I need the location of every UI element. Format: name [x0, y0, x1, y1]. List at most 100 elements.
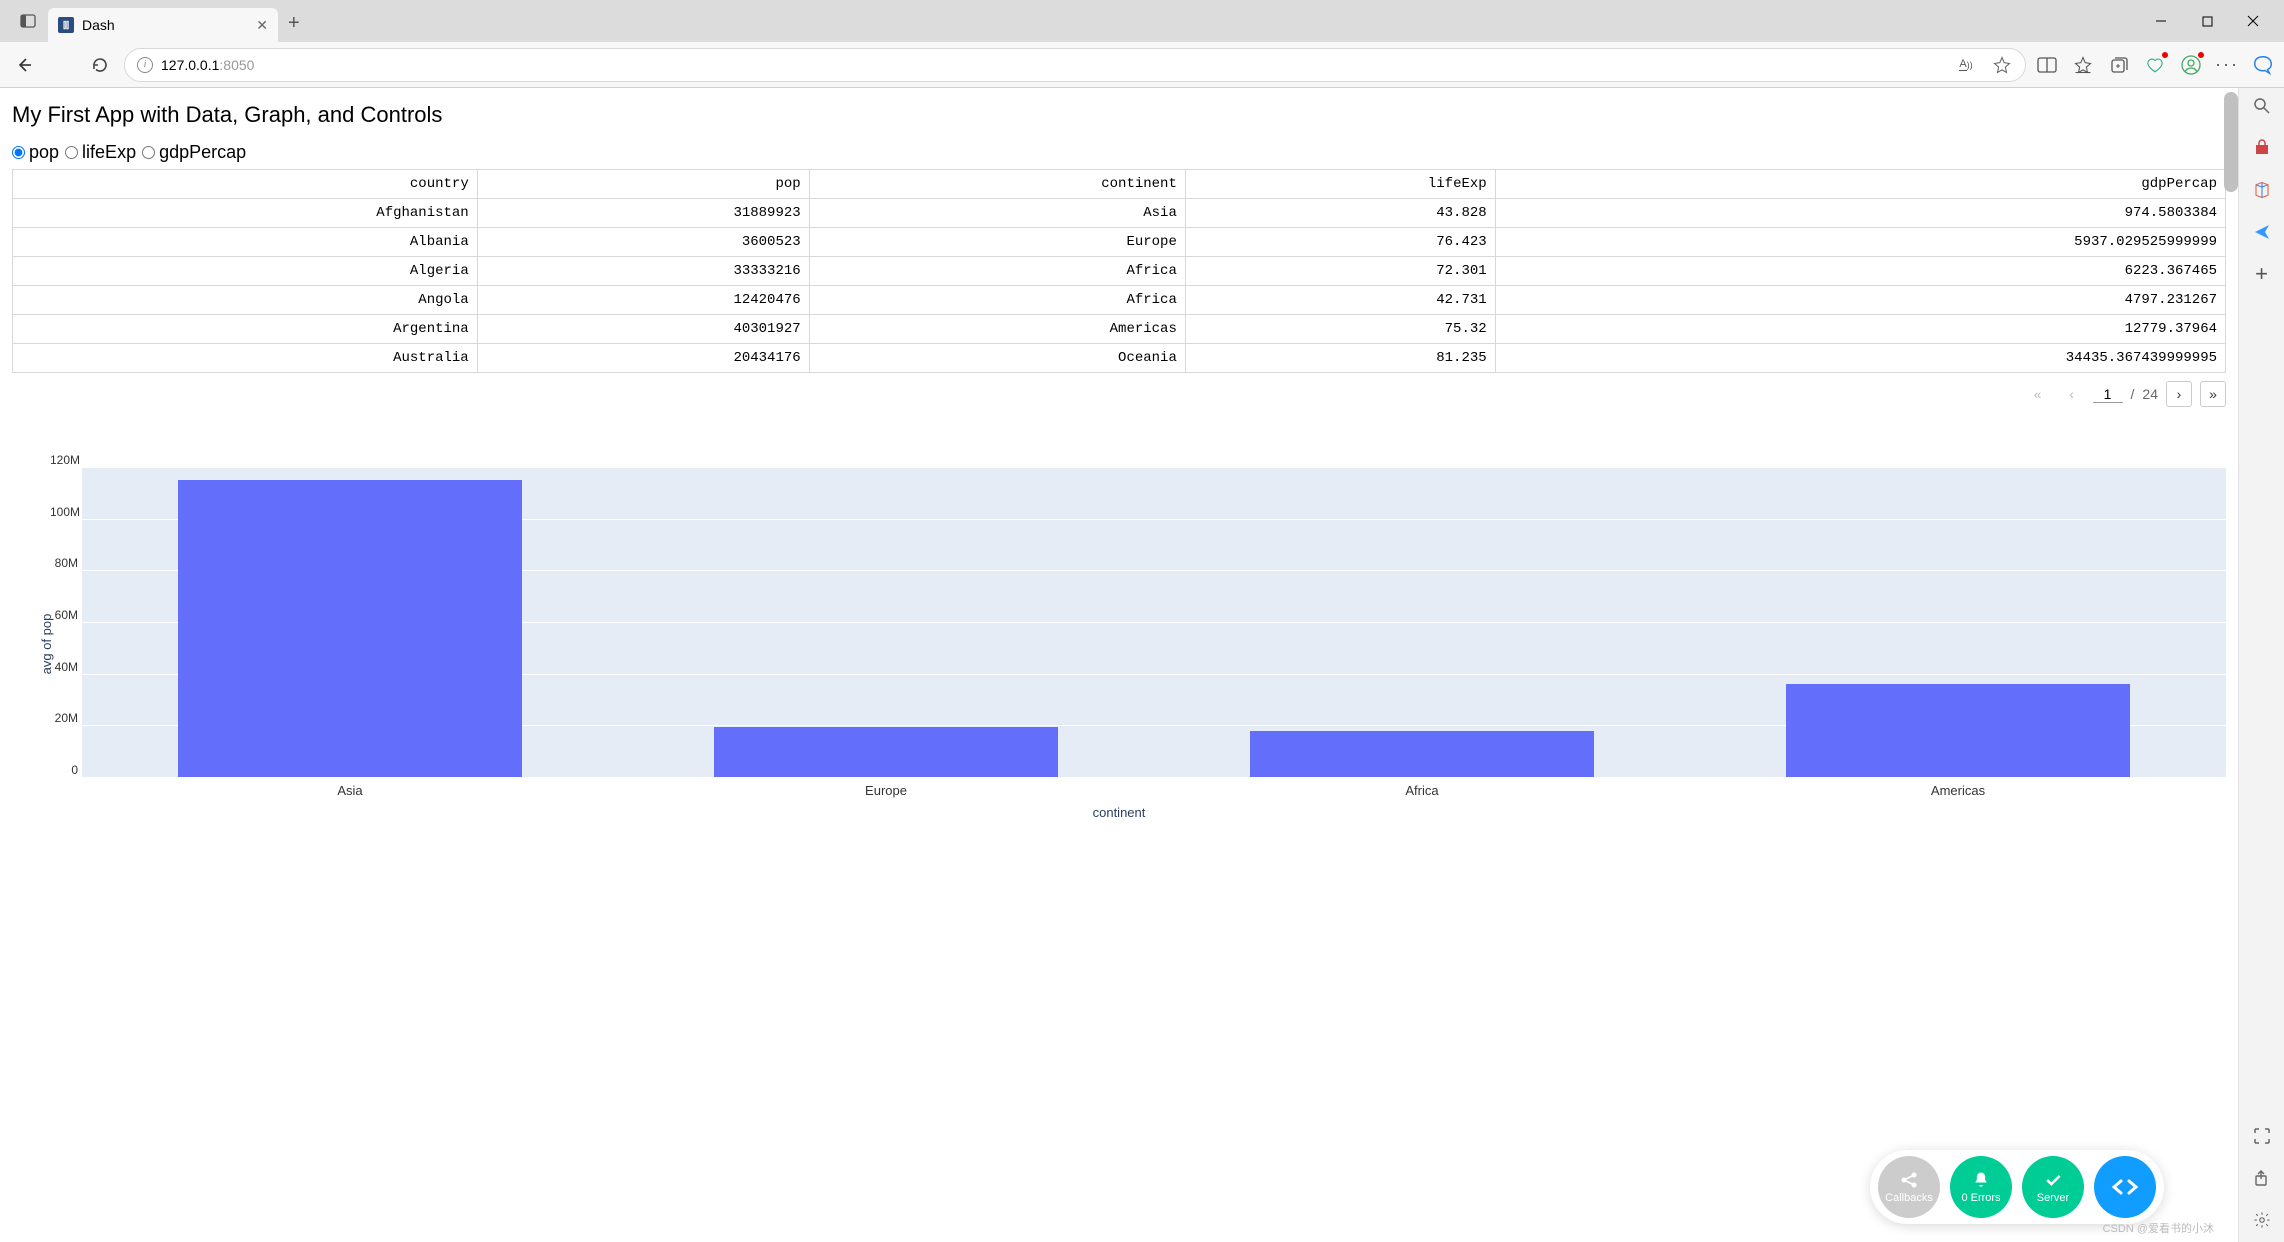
table-header-cell[interactable]: lifeExp	[1185, 170, 1495, 199]
table-cell[interactable]: Europe	[809, 228, 1185, 257]
site-info-icon[interactable]: i	[137, 57, 153, 73]
table-row[interactable]: Algeria33333216Africa72.3016223.367465	[13, 257, 2226, 286]
window-minimize-button[interactable]	[2138, 6, 2184, 36]
radio-group: pop lifeExp gdpPercap	[12, 142, 2226, 163]
browser-toolbar: i 127.0.0.1:8050 A)) ···	[0, 42, 2284, 88]
table-cell[interactable]: 12420476	[477, 286, 809, 315]
chart-bar[interactable]	[1786, 684, 2129, 777]
sidebar-share-icon[interactable]	[2250, 1166, 2274, 1190]
table-cell[interactable]: Argentina	[13, 315, 478, 344]
table-row[interactable]: Argentina40301927Americas75.3212779.3796…	[13, 315, 2226, 344]
table-cell[interactable]: Americas	[809, 315, 1185, 344]
split-screen-icon[interactable]	[2036, 54, 2058, 76]
sidebar-send-icon[interactable]	[2250, 220, 2274, 244]
devtools-errors-button[interactable]: 0 Errors	[1950, 1156, 2012, 1218]
window-maximize-button[interactable]	[2184, 6, 2230, 36]
table-cell[interactable]: 76.423	[1185, 228, 1495, 257]
table-cell[interactable]: 974.5803384	[1495, 199, 2225, 228]
nav-forward-button[interactable]	[48, 51, 76, 79]
chart-bar[interactable]	[714, 727, 1057, 777]
copilot-icon[interactable]	[2252, 54, 2274, 76]
sidebar-settings-icon[interactable]	[2250, 1208, 2274, 1232]
read-aloud-icon[interactable]: A))	[1955, 54, 1977, 76]
table-cell[interactable]: Australia	[13, 344, 478, 373]
new-tab-button[interactable]: +	[288, 12, 300, 35]
sidebar-search-icon[interactable]	[2250, 94, 2274, 118]
table-cell[interactable]: 4797.231267	[1495, 286, 2225, 315]
table-cell[interactable]: 5937.029525999999	[1495, 228, 2225, 257]
address-bar[interactable]: i 127.0.0.1:8050 A))	[124, 48, 2026, 82]
table-row[interactable]: Albania3600523Europe76.4235937.029525999…	[13, 228, 2226, 257]
table-row[interactable]: Afghanistan31889923Asia43.828974.5803384	[13, 199, 2226, 228]
table-header-cell[interactable]: country	[13, 170, 478, 199]
chart-bar[interactable]	[1250, 731, 1593, 778]
pager-total: 24	[2142, 386, 2158, 402]
chart-x-tick: Europe	[865, 783, 907, 798]
tab-overview-icon[interactable]	[14, 7, 42, 35]
radio-input[interactable]	[65, 146, 78, 159]
radio-input[interactable]	[142, 146, 155, 159]
sidebar-office-icon[interactable]	[2250, 178, 2274, 202]
chart-y-tick: 20M	[50, 711, 78, 725]
pager-first-button[interactable]: «	[2025, 381, 2051, 407]
radio-option-gdpPercap[interactable]: gdpPercap	[142, 142, 246, 163]
menu-icon[interactable]: ···	[2216, 54, 2238, 76]
pager-prev-button[interactable]: ‹	[2059, 381, 2085, 407]
table-cell[interactable]: 42.731	[1185, 286, 1495, 315]
radio-option-lifeExp[interactable]: lifeExp	[65, 142, 136, 163]
radio-input[interactable]	[12, 146, 25, 159]
table-header-cell[interactable]: continent	[809, 170, 1185, 199]
page-scrollbar[interactable]	[2224, 92, 2238, 192]
table-cell[interactable]: 20434176	[477, 344, 809, 373]
chart-x-tick: Asia	[337, 783, 362, 798]
collections-icon[interactable]	[2108, 54, 2130, 76]
table-row[interactable]: Australia20434176Oceania81.23534435.3674…	[13, 344, 2226, 373]
sidebar-shopping-icon[interactable]	[2250, 136, 2274, 160]
table-cell[interactable]: 31889923	[477, 199, 809, 228]
devtools-server-button[interactable]: Server	[2022, 1156, 2084, 1218]
table-cell[interactable]: Africa	[809, 286, 1185, 315]
table-cell[interactable]: 12779.37964	[1495, 315, 2225, 344]
table-cell[interactable]: 6223.367465	[1495, 257, 2225, 286]
tab-close-icon[interactable]: ✕	[256, 17, 268, 34]
devtools-callbacks-button[interactable]: Callbacks	[1878, 1156, 1940, 1218]
bell-icon	[1971, 1170, 1991, 1190]
table-cell[interactable]: 40301927	[477, 315, 809, 344]
table-cell[interactable]: 72.301	[1185, 257, 1495, 286]
chart-container: avg of pop AsiaEuropeAfricaAmericas cont…	[12, 467, 2226, 820]
table-cell[interactable]: Afghanistan	[13, 199, 478, 228]
table-cell[interactable]: 33333216	[477, 257, 809, 286]
table-row[interactable]: Angola12420476Africa42.7314797.231267	[13, 286, 2226, 315]
table-cell[interactable]: 81.235	[1185, 344, 1495, 373]
browser-tab[interactable]: ⫿⫿ Dash ✕	[48, 8, 278, 42]
table-cell[interactable]: Oceania	[809, 344, 1185, 373]
favorites-icon[interactable]	[2072, 54, 2094, 76]
sidebar-add-icon[interactable]: +	[2250, 262, 2274, 286]
table-cell[interactable]: 3600523	[477, 228, 809, 257]
nav-reload-button[interactable]	[86, 51, 114, 79]
table-cell[interactable]: Angola	[13, 286, 478, 315]
favorite-star-icon[interactable]	[1991, 54, 2013, 76]
table-cell[interactable]: Asia	[809, 199, 1185, 228]
table-cell[interactable]: 43.828	[1185, 199, 1495, 228]
chart-y-tick: 80M	[50, 556, 78, 570]
nav-back-button[interactable]	[10, 51, 38, 79]
pager-current-input[interactable]	[2093, 386, 2123, 403]
window-close-button[interactable]	[2230, 6, 2276, 36]
table-cell[interactable]: Albania	[13, 228, 478, 257]
pager-next-button[interactable]: ›	[2166, 381, 2192, 407]
radio-option-pop[interactable]: pop	[12, 142, 59, 163]
pager-last-button[interactable]: »	[2200, 381, 2226, 407]
table-cell[interactable]: Algeria	[13, 257, 478, 286]
sidebar-screenshot-icon[interactable]	[2250, 1124, 2274, 1148]
table-header-cell[interactable]: pop	[477, 170, 809, 199]
table-cell[interactable]: 75.32	[1185, 315, 1495, 344]
chart-plot-area[interactable]: AsiaEuropeAfricaAmericas	[82, 467, 2226, 777]
browser-essentials-icon[interactable]	[2144, 54, 2166, 76]
table-header-cell[interactable]: gdpPercap	[1495, 170, 2225, 199]
profile-icon[interactable]	[2180, 54, 2202, 76]
chart-bar[interactable]	[178, 480, 521, 777]
devtools-toggle-button[interactable]	[2094, 1156, 2156, 1218]
table-cell[interactable]: 34435.367439999995	[1495, 344, 2225, 373]
table-cell[interactable]: Africa	[809, 257, 1185, 286]
